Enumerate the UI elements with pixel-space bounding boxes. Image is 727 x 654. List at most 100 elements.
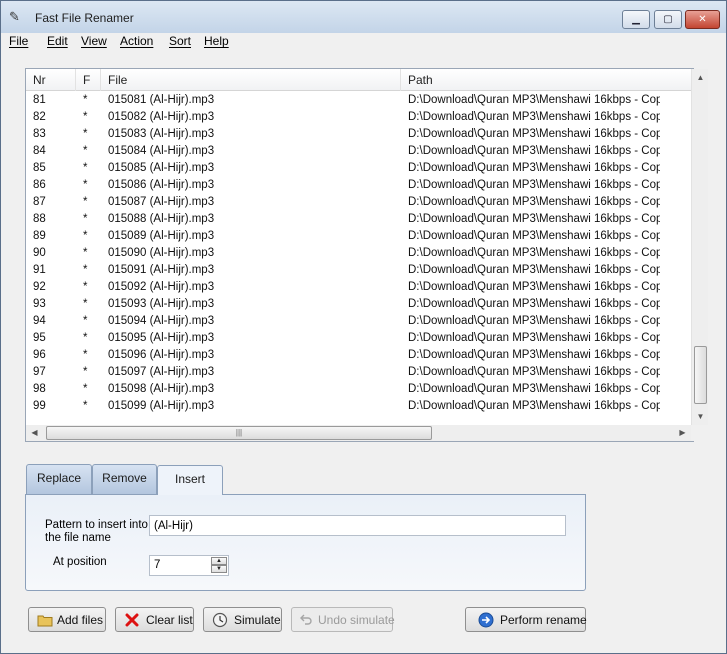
menu-view[interactable]: View (81, 34, 107, 48)
scroll-down-icon[interactable]: ▼ (692, 408, 709, 425)
table-row[interactable]: 89 * 015089 (Al-Hijr).mp3 D:\Download\Quran… (26, 228, 693, 245)
cell-file: 015098 (Al-Hijr).mp3 (108, 383, 215, 395)
scroll-left-icon[interactable]: ◀ (26, 425, 43, 441)
cell-path: D:\Download\Quran MP3\Menshawi 16kbps - … (408, 264, 660, 276)
clear-list-label: Clear list (146, 613, 193, 627)
table-row[interactable]: 92 * 015092 (Al-Hijr).mp3 D:\Download\Quran… (26, 279, 693, 296)
tab-insert[interactable]: Insert (157, 465, 223, 495)
position-value[interactable]: 7 (154, 559, 160, 571)
cell-file: 015094 (Al-Hijr).mp3 (108, 315, 215, 327)
cell-flag: * (83, 247, 88, 259)
cell-nr: 90 (33, 247, 46, 259)
column-header-path[interactable]: Path (401, 69, 693, 91)
folder-icon (37, 612, 53, 628)
scroll-right-icon[interactable]: ▶ (674, 425, 691, 441)
table-row[interactable]: 82 * 015082 (Al-Hijr).mp3 D:\Download\Quran… (26, 109, 693, 126)
cell-nr: 89 (33, 230, 46, 242)
spin-down-icon[interactable]: ▼ (211, 565, 227, 573)
table-row[interactable]: 95 * 015095 (Al-Hijr).mp3 D:\Download\Quran… (26, 330, 693, 347)
tab-replace[interactable]: Replace (26, 464, 92, 494)
vertical-scroll-thumb[interactable] (694, 346, 707, 404)
cell-nr: 87 (33, 196, 46, 208)
add-files-button[interactable]: Add files (28, 607, 106, 632)
scroll-up-icon[interactable]: ▲ (692, 69, 709, 86)
perform-rename-button[interactable]: Perform rename (465, 607, 587, 632)
cell-file: 015087 (Al-Hijr).mp3 (108, 196, 215, 208)
cell-flag: * (83, 349, 88, 361)
table-row[interactable]: 98 * 015098 (Al-Hijr).mp3 D:\Download\Quran… (26, 381, 693, 398)
table-row[interactable]: 87 * 015087 (Al-Hijr).mp3 D:\Download\Quran… (26, 194, 693, 211)
table-row[interactable]: 99 * 015099 (Al-Hijr).mp3 D:\Download\Quran… (26, 398, 693, 415)
undo-arrow-icon (298, 612, 314, 628)
close-button[interactable]: ✕ (685, 10, 720, 29)
maximize-button[interactable]: ▢ (654, 10, 682, 29)
pattern-label-line2: the file name (45, 532, 111, 544)
table-row[interactable]: 83 * 015083 (Al-Hijr).mp3 D:\Download\Quran… (26, 126, 693, 143)
cell-path: D:\Download\Quran MP3\Menshawi 16kbps - … (408, 349, 660, 361)
table-row[interactable]: 85 * 015085 (Al-Hijr).mp3 D:\Download\Quran… (26, 160, 693, 177)
title-bar: ✎ Fast File Renamer ▁ ▢ ✕ (1, 1, 726, 33)
cell-path: D:\Download\Quran MP3\Menshawi 16kbps - … (408, 383, 660, 395)
column-header-file[interactable]: File (101, 69, 401, 91)
cell-nr: 97 (33, 366, 46, 378)
tab-remove[interactable]: Remove (92, 464, 157, 494)
cell-flag: * (83, 332, 88, 344)
menu-bar: File Edit View Action Sort Help (1, 33, 726, 50)
minimize-button[interactable]: ▁ (622, 10, 650, 29)
menu-file[interactable]: File (9, 34, 28, 48)
position-stepper[interactable]: 7 ▲ ▼ (149, 555, 229, 576)
horizontal-scrollbar[interactable]: ◀ ||| ▶ (26, 425, 691, 441)
cell-path: D:\Download\Quran MP3\Menshawi 16kbps - … (408, 196, 660, 208)
column-header-nr[interactable]: Nr (26, 69, 76, 91)
spin-up-icon[interactable]: ▲ (211, 557, 227, 565)
table-row[interactable]: 86 * 015086 (Al-Hijr).mp3 D:\Download\Quran… (26, 177, 693, 194)
menu-edit[interactable]: Edit (47, 34, 68, 48)
cell-path: D:\Download\Quran MP3\Menshawi 16kbps - … (408, 332, 660, 344)
cell-nr: 88 (33, 213, 46, 225)
cell-nr: 95 (33, 332, 46, 344)
cell-nr: 85 (33, 162, 46, 174)
cell-file: 015095 (Al-Hijr).mp3 (108, 332, 215, 344)
cell-file: 015083 (Al-Hijr).mp3 (108, 128, 215, 140)
app-icon: ✎ (9, 9, 20, 24)
cell-file: 015089 (Al-Hijr).mp3 (108, 230, 215, 242)
clear-list-button[interactable]: Clear list (115, 607, 194, 632)
pattern-label-line1: Pattern to insert into (45, 519, 148, 531)
cell-nr: 96 (33, 349, 46, 361)
cell-path: D:\Download\Quran MP3\Menshawi 16kbps - … (408, 366, 660, 378)
cell-nr: 98 (33, 383, 46, 395)
horizontal-scroll-thumb[interactable]: ||| (46, 426, 432, 440)
vertical-scrollbar[interactable]: ▲ ▼ (691, 69, 708, 425)
table-row[interactable]: 81 * 015081 (Al-Hijr).mp3 D:\Download\Quran… (26, 92, 693, 109)
table-row[interactable]: 97 * 015097 (Al-Hijr).mp3 D:\Download\Quran… (26, 364, 693, 381)
cell-file: 015093 (Al-Hijr).mp3 (108, 298, 215, 310)
cell-nr: 91 (33, 264, 46, 276)
simulate-button[interactable]: Simulate (203, 607, 282, 632)
cell-nr: 99 (33, 400, 46, 412)
cell-flag: * (83, 196, 88, 208)
table-row[interactable]: 84 * 015084 (Al-Hijr).mp3 D:\Download\Quran… (26, 143, 693, 160)
cell-nr: 83 (33, 128, 46, 140)
table-row[interactable]: 93 * 015093 (Al-Hijr).mp3 D:\Download\Quran… (26, 296, 693, 313)
table-row[interactable]: 94 * 015094 (Al-Hijr).mp3 D:\Download\Quran… (26, 313, 693, 330)
table-row[interactable]: 88 * 015088 (Al-Hijr).mp3 D:\Download\Quran… (26, 211, 693, 228)
cell-flag: * (83, 298, 88, 310)
table-row[interactable]: 91 * 015091 (Al-Hijr).mp3 D:\Download\Quran… (26, 262, 693, 279)
menu-help[interactable]: Help (204, 34, 229, 48)
pattern-input[interactable] (149, 515, 566, 536)
file-list[interactable]: Nr F File Path 81 * 015081 (Al-Hijr).mp3 D:… (25, 68, 694, 442)
menu-sort[interactable]: Sort (169, 34, 191, 48)
table-row[interactable]: 96 * 015096 (Al-Hijr).mp3 D:\Download\Quran… (26, 347, 693, 364)
cell-flag: * (83, 145, 88, 157)
undo-simulate-button[interactable]: Undo simulate (291, 607, 395, 632)
menu-action[interactable]: Action (120, 34, 153, 48)
cell-flag: * (83, 230, 88, 242)
cell-flag: * (83, 264, 88, 276)
cell-path: D:\Download\Quran MP3\Menshawi 16kbps - … (408, 145, 660, 157)
cell-file: 015085 (Al-Hijr).mp3 (108, 162, 215, 174)
cell-path: D:\Download\Quran MP3\Menshawi 16kbps - … (408, 111, 660, 123)
table-row[interactable]: 90 * 015090 (Al-Hijr).mp3 D:\Download\Quran… (26, 245, 693, 262)
cell-file: 015081 (Al-Hijr).mp3 (108, 94, 215, 106)
column-header-flag[interactable]: F (76, 69, 101, 91)
cell-file: 015096 (Al-Hijr).mp3 (108, 349, 215, 361)
